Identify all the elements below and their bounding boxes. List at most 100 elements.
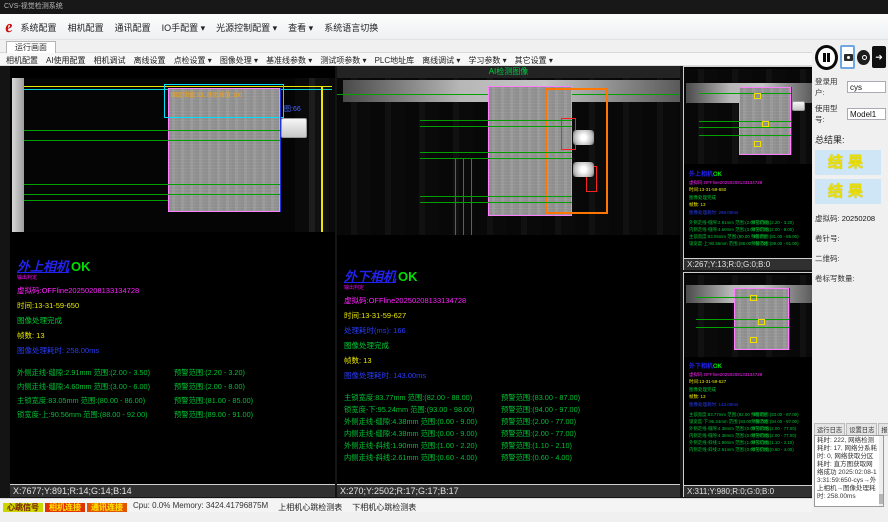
frame-line: 帧数: 13 (344, 355, 678, 366)
done-line: 图像处理完成 (344, 340, 678, 351)
measure-value: 主锁宽度:83.77mm 范围:(82.00 - 88.00) (689, 412, 751, 419)
toolbar-item[interactable]: 相机配置 (6, 56, 38, 65)
camera-name: 外下相机 (689, 364, 713, 370)
status-badge: 通讯连接 (87, 503, 127, 512)
toolbar-item[interactable]: 离线调试 ▾ (422, 56, 460, 65)
camera-result: OK (398, 269, 418, 284)
measurement-row: 内侧走线-缝隙:4.38mm 范围:(0.00 - 9.00)预警范围:(2.0… (344, 429, 678, 441)
sidebar-field: 卷针号: (815, 233, 886, 244)
field-value: 20250208 (842, 214, 875, 223)
highlight-blob (573, 130, 594, 145)
menu-item[interactable]: 光源控制配置 ▾ (216, 23, 277, 33)
frame-line: 帧数: 13 (689, 202, 810, 208)
field-label: 卷标写数量: (815, 274, 855, 283)
measurement-row: 外侧走线-斜线:1.90mm 范围:(1.00 - 2.20)预警范围:(1.1… (344, 441, 678, 453)
pixel-coordinate-bar: X:7677;Y:891;R:14;G:14;B:14 (10, 484, 335, 497)
measure-warn-range: 预警范围:(2.00 - 8.00) (751, 227, 810, 234)
toolbar-item[interactable]: 学习参数 ▾ (468, 56, 506, 65)
log-output[interactable]: 耗时: 222, 网络检测耗时: 17, 网络分系耗时: 0, 网络获取分区耗时… (814, 435, 884, 507)
thumbnail-image-top[interactable] (684, 69, 812, 164)
field-label: 虚拟码: (815, 214, 840, 223)
barcode-line: 虚拟码:OFFline20250208133134728 (17, 285, 333, 296)
exit-button[interactable]: ➜ (872, 46, 886, 68)
sidebar-field: 虚拟码: 20250208 (815, 213, 886, 224)
status-badges: 心跳信号相机连接通讯连接 (3, 497, 129, 515)
toolbar-item[interactable]: 点检设置 ▾ (174, 56, 212, 65)
time-line: 时间:13-31-59-650 (17, 300, 333, 311)
toolbar-item[interactable]: 离线设置 (134, 56, 166, 65)
camera-capture-button[interactable] (840, 45, 855, 69)
menu-items: 系统配置 相机配置 通讯配置 IO手配置 ▾ 光源控制配置 ▾ 查看 ▾ 系统语言切换 (21, 18, 390, 36)
measure-warn-range: 预警范围:(2.00 - 77.00) (751, 426, 810, 433)
menu-item[interactable]: IO手配置 ▾ (162, 23, 206, 33)
done-line: 图像处理完成 (689, 387, 810, 393)
log-scrollbar[interactable] (879, 436, 883, 506)
thumbnail-panel-bottom: 外下相机OK 虚拟码:OFFline20250208133134728 时间:1… (683, 272, 812, 497)
camera-subtitle: 输出判定 (344, 284, 678, 291)
camera-lens-icon (847, 56, 850, 59)
measure-line (280, 88, 281, 212)
measure-warn-range: 预警范围:(1.10 - 2.10) (501, 441, 678, 453)
measure-warn-range: 预警范围:(83.00 - 87.00) (751, 412, 810, 419)
elapsed-line: 图像处理耗时: 258.00ms (17, 345, 333, 356)
heartbeat-check-link[interactable]: 上相机心跳检测表 (278, 503, 342, 512)
exit-arrow-icon: ➜ (875, 52, 883, 62)
toolbar-item[interactable]: 基准线参数 ▾ (266, 56, 312, 65)
toolbar-item[interactable]: AI使用配置 (46, 56, 86, 65)
measurement-row: 外侧走线-斜线:1.90mm 范围:(1.00 - 2.20)预警范围:(1.1… (689, 440, 810, 447)
toolbar-item[interactable]: 测试项参数 ▾ (320, 56, 366, 65)
elapsed-line: 图像处理耗时: 143.00ms (344, 370, 678, 381)
measure-warn-range: 预警范围:(2.00 - 8.00) (174, 382, 333, 396)
sidebar-field: 卷标写数量: (815, 273, 886, 284)
measure-value: 外侧走线-缝隙:4.38mm 范围:(0.00 - 9.00) (344, 417, 501, 429)
menu-item[interactable]: 查看 ▾ (288, 23, 313, 33)
camera-round-button[interactable] (857, 50, 870, 65)
sidebar-fields: 虚拟码: 20250208 卷针号: 二维码: 卷标写数量: (815, 213, 886, 284)
measure-line (420, 126, 572, 127)
connector-part (792, 101, 805, 111)
proc-line: 处理耗时(ms): 166 (344, 325, 678, 336)
toolbar-item[interactable]: 其它设置 ▾ (515, 56, 553, 65)
toolbar-item[interactable]: 图像处理 ▾ (220, 56, 258, 65)
measurement-row: 外侧走线-缝隙:4.38mm 范围:(0.00 - 9.00)预警范围:(2.0… (689, 426, 810, 433)
log-text: 耗时: 222, 网络检测耗时: 17, 网络分系耗时: 0, 网络获取分区耗时… (817, 437, 877, 500)
measure-warn-range: 预警范围:(94.00 - 97.00) (501, 405, 678, 417)
result-box-1: 结果 (815, 150, 881, 175)
menu-item[interactable]: 通讯配置 (115, 23, 151, 33)
camera-subtitle: 输出判定 (17, 274, 333, 281)
measure-warn-range: 预警范围:(94.00 - 97.00) (751, 419, 810, 426)
main-view: 固定阈值:93, 动态阈值:100 图:66 外上相机OK 输出判定 虚拟码:O… (0, 66, 812, 498)
measure-line (696, 327, 789, 328)
pause-button[interactable] (815, 45, 838, 70)
time-line: 时间:13-31-59-627 (689, 379, 810, 385)
total-result-label: 总结果: (815, 133, 886, 146)
measure-line (24, 140, 280, 141)
done-line: 图像处理完成 (689, 195, 810, 201)
menu-item[interactable]: 系统配置 (21, 23, 57, 33)
menu-item[interactable]: 系统语言切换 (324, 23, 378, 33)
toolbar-item[interactable]: 相机调试 (94, 56, 126, 65)
camera-image-outer-upper[interactable]: 固定阈值:93, 动态阈值:100 图:66 (10, 78, 335, 232)
login-user-input[interactable]: cys (847, 81, 886, 93)
model-input[interactable]: Model1 (847, 108, 886, 120)
measure-value: 锁宽度-下:95.24mm 范围:(93.00 - 98.00) (344, 405, 501, 417)
heartbeat-check-link[interactable]: 下相机心跳检测表 (352, 503, 416, 512)
threshold-label: 固定阈值:93, 动态阈值:100 (171, 90, 242, 99)
sidebar-field: 二维码: (815, 253, 886, 264)
scrollbar-thumb[interactable] (879, 494, 883, 504)
camera-lens-icon (862, 55, 867, 60)
measure-value: 内侧走线-缝隙:4.60mm 范围:(3.00 - 6.00) (689, 227, 751, 234)
measurement-list: 外侧走线-缝隙:2.91mm 范围:(2.00 - 3.50)预警范围:(2.2… (689, 220, 810, 248)
login-user-row: 登录用户: cys (815, 76, 886, 98)
measurement-row: 主锁宽度:83.05mm 范围:(80.00 - 86.00)预警范围:(81.… (17, 396, 333, 410)
tool-bar: 相机配置 AI使用配置相机调试离线设置点检设置 ▾ 图像处理 ▾ 基准线参数 ▾ 测试项… (0, 53, 812, 66)
camera-image-outer-lower[interactable] (337, 78, 680, 235)
pixel-coordinate-bar: X:311;Y:980;R:0;G:0;B:0 (684, 485, 812, 497)
measurement-row: 主锁宽度:83.05mm 范围:(80.00 - 86.00)预警范围:(81.… (689, 234, 810, 241)
toolbar-item[interactable]: PLC地址库 (375, 56, 415, 65)
measure-warn-range: 预警范围:(0.60 - 4.00) (501, 453, 678, 465)
measurement-row: 锁宽度-上:90.56mm 范围:(88.00 - 92.00)预警范围:(89… (689, 241, 810, 248)
measurement-row: 外侧走线-缝隙:4.38mm 范围:(0.00 - 9.00)预警范围:(2.0… (344, 417, 678, 429)
thumbnail-image-bottom[interactable] (684, 275, 812, 357)
menu-item[interactable]: 相机配置 (68, 23, 104, 33)
